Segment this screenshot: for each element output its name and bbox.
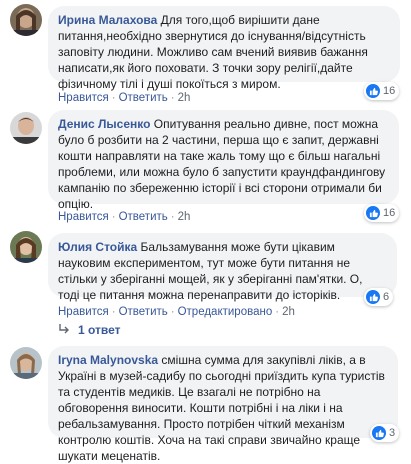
comment-bubble: Денис Лысенко Опитування реально дивне, …: [48, 110, 399, 211]
reaction-number: 16: [383, 207, 396, 219]
reaction-count[interactable]: 16: [364, 82, 400, 100]
reaction-count[interactable]: 6: [364, 288, 394, 306]
comment-author[interactable]: Юлия Стойка: [58, 240, 137, 254]
comment-actions: Нравится · Ответить · 2h: [58, 211, 191, 223]
like-icon: [366, 84, 380, 98]
reaction-count[interactable]: 3: [370, 424, 400, 442]
reaction-number: 16: [383, 85, 396, 97]
reply-button[interactable]: Ответить: [119, 211, 168, 223]
comment-time[interactable]: 2h: [178, 92, 191, 104]
comment-author[interactable]: Денис Лысенко: [58, 117, 150, 131]
like-button[interactable]: Нравится: [58, 306, 109, 318]
comment-author[interactable]: Iryna Malynovska: [58, 353, 158, 367]
comment-time[interactable]: 2h: [282, 306, 295, 318]
comment-bubble: Ирина Малахова Для того,щоб вирішити дан…: [48, 6, 400, 91]
reply-button[interactable]: Ответить: [119, 92, 168, 104]
avatar[interactable]: [10, 347, 42, 379]
comment-bubble: Юлия Стойка Бальзамування може бути ціка…: [48, 233, 397, 302]
like-button[interactable]: Нравится: [58, 211, 109, 223]
reaction-number: 6: [383, 291, 390, 303]
comment-author[interactable]: Ирина Малахова: [58, 13, 157, 27]
reply-button[interactable]: Ответить: [119, 306, 168, 318]
comment-actions: Нравится · Ответить · Отредактировано · 2h: [58, 306, 295, 318]
like-icon: [366, 206, 380, 220]
reaction-count[interactable]: 16: [364, 204, 400, 222]
comment-text: Опитування реально дивне, пост можна бул…: [58, 117, 386, 211]
comment-actions: Нравится · Ответить · 2h: [58, 92, 191, 104]
reply-arrow-icon: [58, 323, 72, 337]
reaction-number: 3: [389, 427, 396, 439]
like-icon: [366, 290, 380, 304]
comment-bubble: Iryna Malynovska смішна сумма для закупі…: [48, 346, 398, 463]
avatar[interactable]: [10, 231, 42, 263]
replies-count[interactable]: 1 ответ: [78, 323, 121, 337]
comment-time[interactable]: 2h: [178, 211, 191, 223]
edited-label[interactable]: Отредактировано: [178, 306, 273, 318]
like-button[interactable]: Нравится: [58, 92, 109, 104]
view-replies-link[interactable]: 1 ответ: [58, 323, 121, 337]
avatar[interactable]: [10, 4, 42, 36]
comment-text: смішна сумма для закупівлі ліків, а в Ук…: [58, 353, 385, 463]
like-icon: [372, 426, 386, 440]
avatar[interactable]: [10, 112, 42, 144]
